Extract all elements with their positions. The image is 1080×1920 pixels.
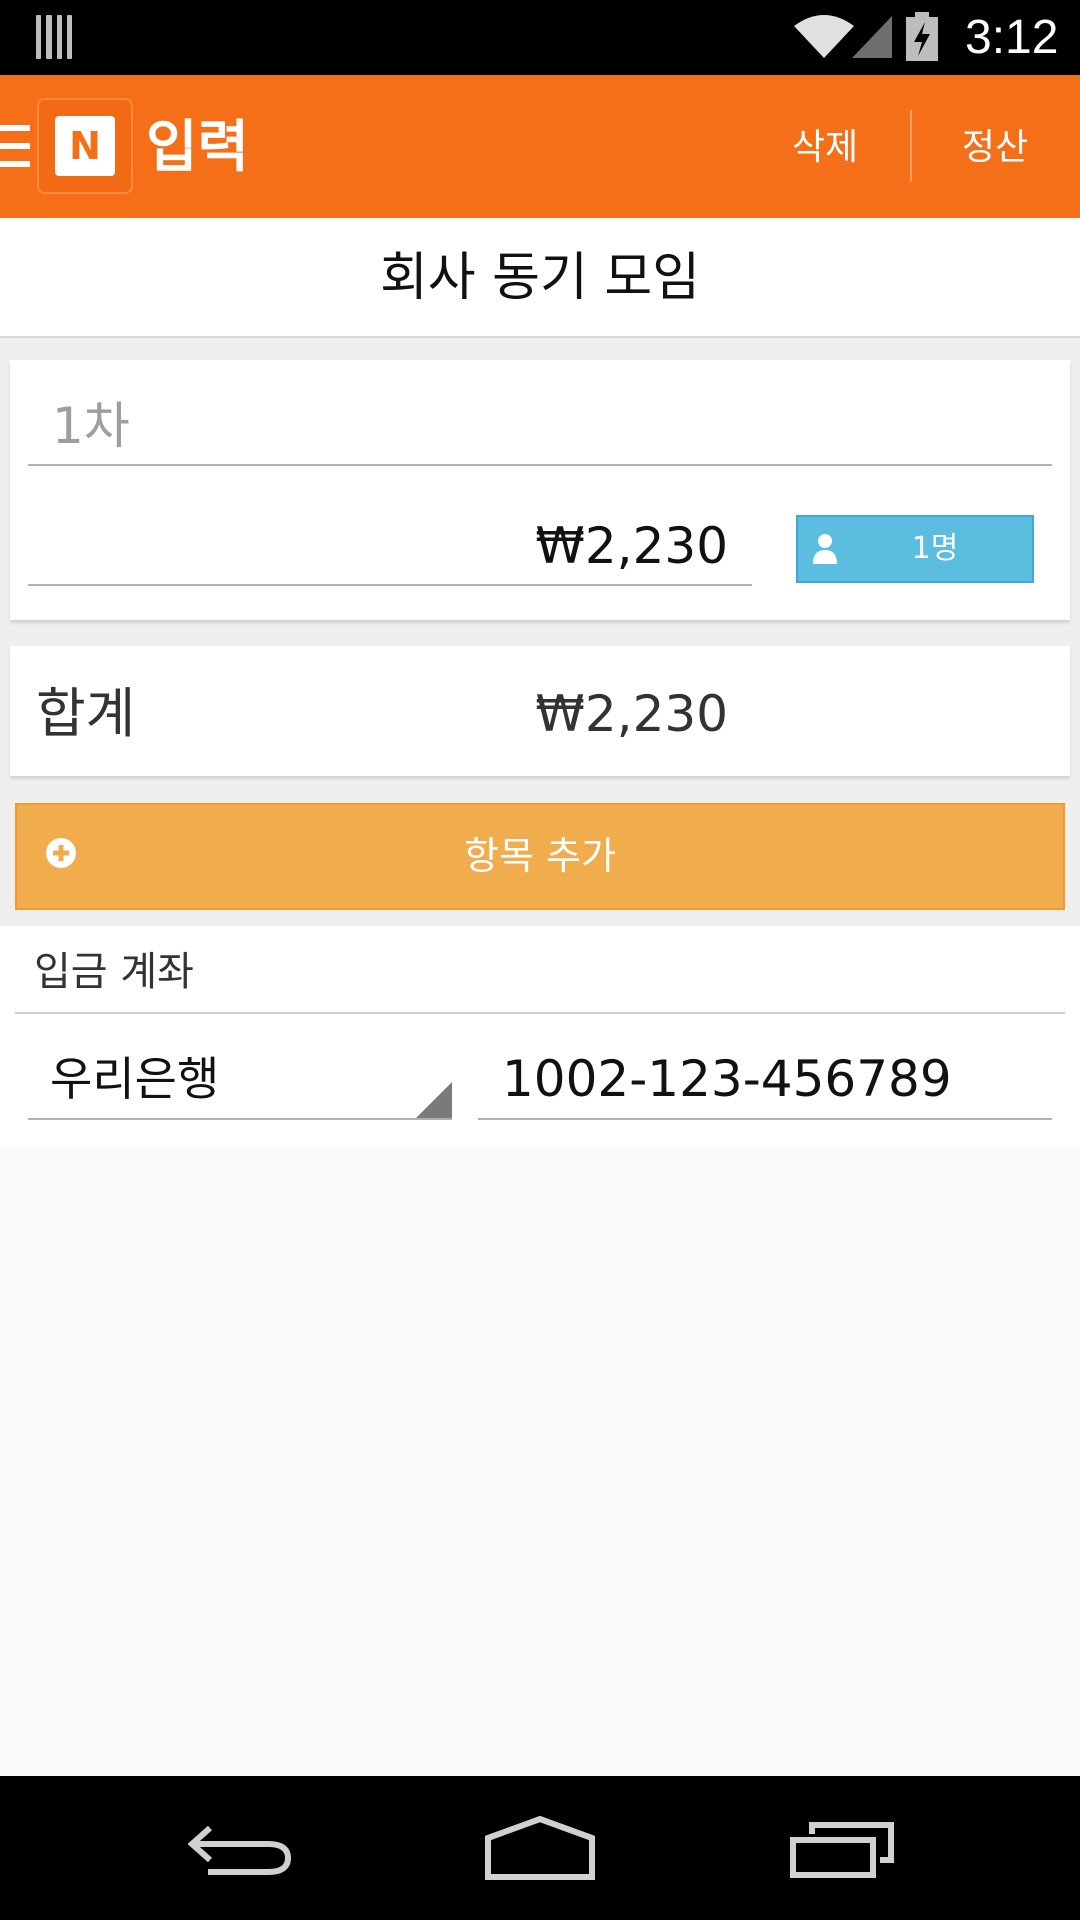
account-number-input[interactable]: 1002-123-456789 <box>478 1040 1052 1120</box>
group-title[interactable]: 회사 동기 모임 <box>0 238 1080 318</box>
person-icon <box>813 534 837 564</box>
total-label: 합계 <box>36 682 136 745</box>
bank-value: 우리은행 <box>50 1052 220 1106</box>
add-item-label: 항목 추가 <box>464 834 616 878</box>
account-divider <box>15 1012 1065 1014</box>
app-logo-icon[interactable]: N <box>37 98 133 194</box>
menu-icon[interactable] <box>0 125 30 167</box>
people-count-label: 1명 <box>911 531 959 566</box>
action-divider <box>910 110 912 182</box>
signal-icon <box>852 16 892 58</box>
add-item-button[interactable]: 항목 추가 <box>15 803 1065 910</box>
home-icon[interactable] <box>484 1816 596 1880</box>
back-icon[interactable] <box>188 1818 292 1878</box>
round-name-input[interactable]: 1차 <box>28 386 1052 466</box>
page-title: 입력 <box>146 115 250 180</box>
amount-input[interactable]: ₩2,230 <box>28 506 752 586</box>
total-value: ₩2,230 <box>535 685 728 743</box>
delete-button[interactable]: 삭제 <box>760 110 890 186</box>
bank-select[interactable]: 우리은행 <box>28 1040 452 1120</box>
settle-button[interactable]: 정산 <box>930 110 1060 186</box>
logo-letter: N <box>55 116 115 176</box>
account-title: 입금 계좌 <box>34 949 194 995</box>
notification-icon <box>36 15 72 59</box>
status-time: 3:12 <box>965 11 1059 64</box>
wifi-icon <box>794 15 854 58</box>
battery-icon <box>906 12 938 61</box>
dropdown-arrow-icon <box>416 1082 452 1118</box>
people-count-button[interactable]: 1명 <box>796 515 1034 583</box>
recent-apps-icon[interactable] <box>790 1822 894 1878</box>
